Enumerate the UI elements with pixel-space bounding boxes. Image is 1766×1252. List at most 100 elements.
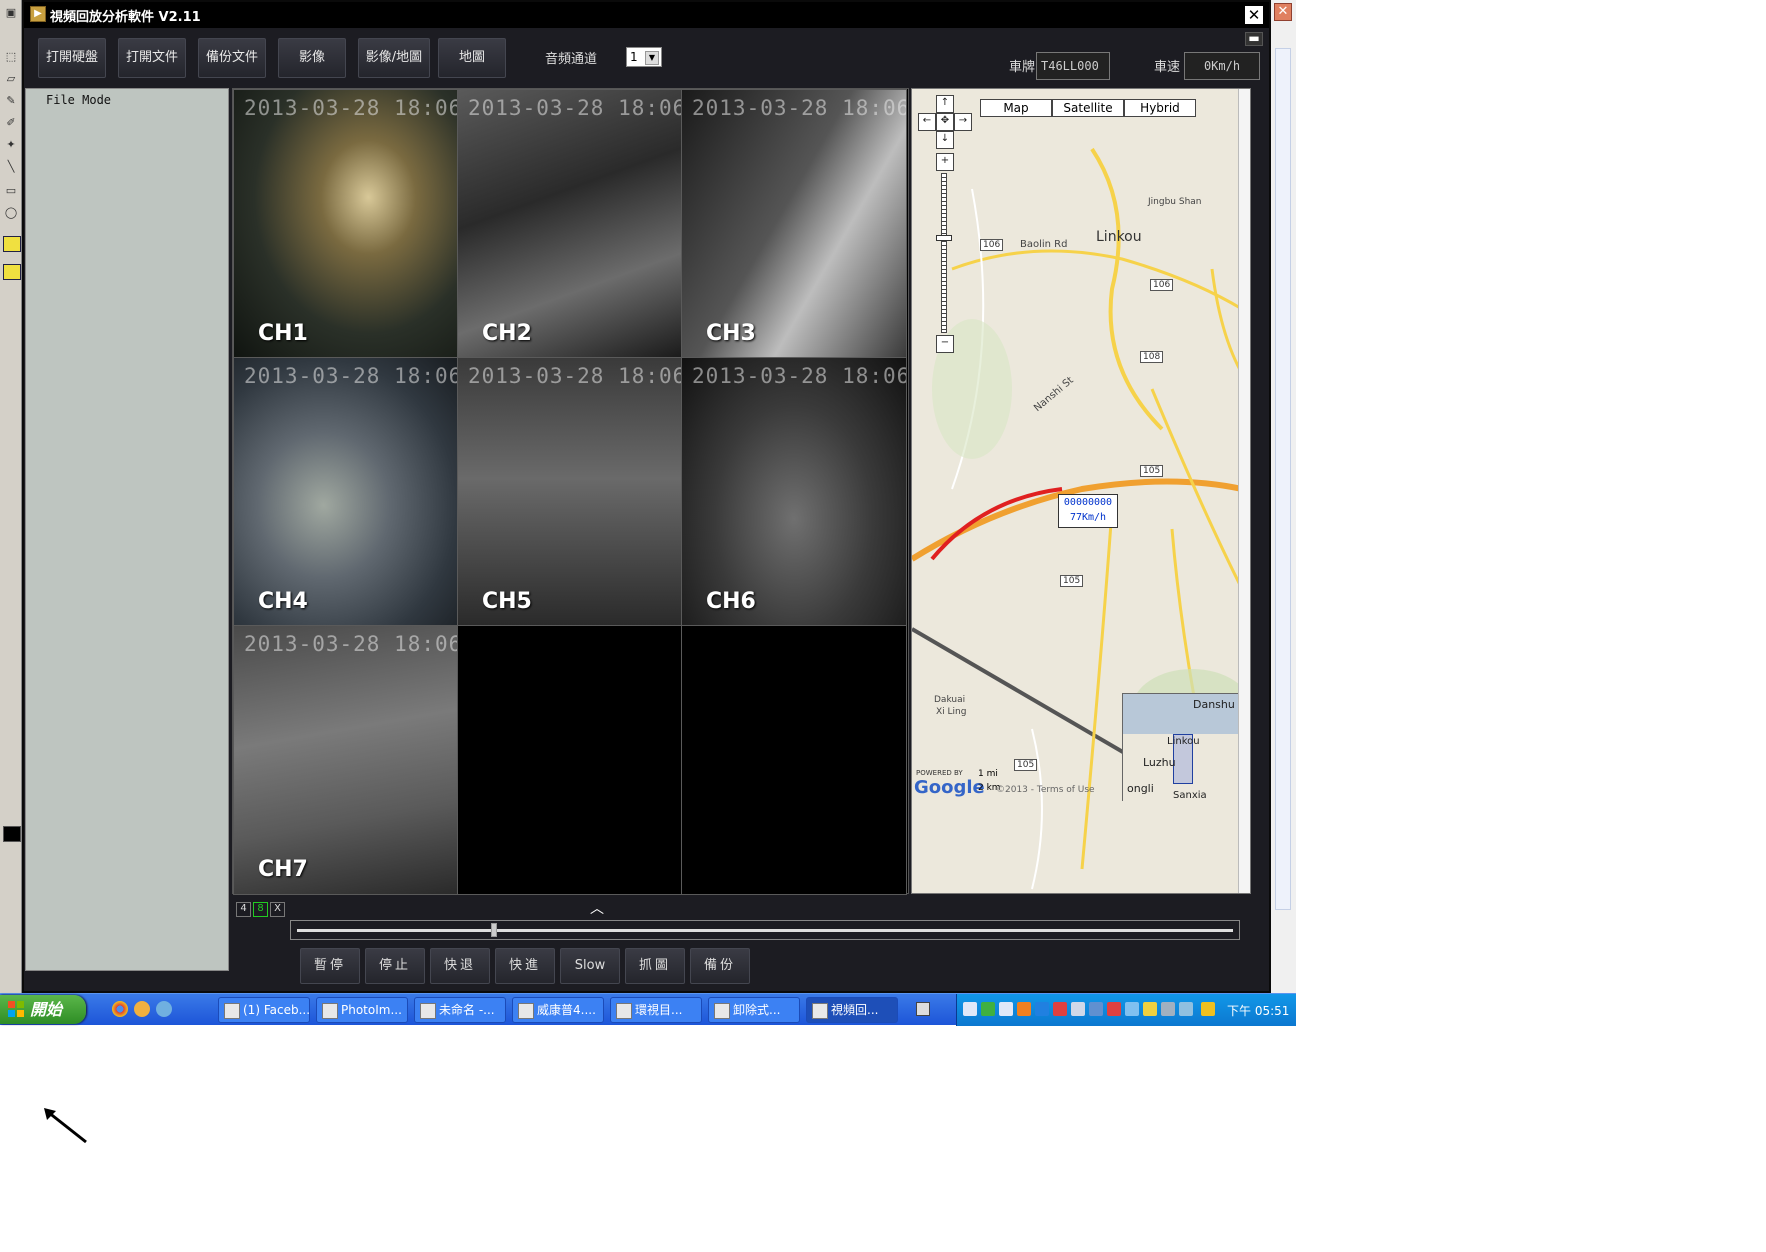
channel-label: CH7 — [258, 857, 308, 882]
pan-up-icon[interactable]: ↑ — [936, 95, 954, 113]
slow-button[interactable]: Slow — [560, 948, 620, 984]
open-file-button[interactable]: 打開文件 — [118, 38, 186, 78]
task-document[interactable]: 威康普4.... — [512, 997, 604, 1023]
backup-button[interactable]: 備份 — [690, 948, 750, 984]
volume-icon[interactable] — [1107, 1002, 1121, 1016]
color-swatch-icon[interactable] — [3, 826, 21, 842]
minimize-button[interactable]: ▬ — [1245, 32, 1263, 46]
spray-tool-icon[interactable]: ✦ — [3, 138, 19, 152]
video-cell-ch4[interactable]: 2013-03-28 18:06:40 CH4 — [233, 357, 459, 627]
pan-center-icon[interactable]: ✥ — [936, 113, 954, 131]
pencil-tool-icon[interactable]: ✎ — [3, 94, 19, 108]
tray-icon[interactable] — [1143, 1002, 1157, 1016]
overview-map[interactable]: Danshu Linkou Luzhu ongli Sanxia — [1122, 693, 1243, 802]
map-scrollbar[interactable] — [1238, 89, 1250, 893]
video-cell-ch7[interactable]: 2013-03-28 18:06:34 CH7 — [233, 625, 459, 895]
tray-icon[interactable] — [981, 1002, 995, 1016]
layout-8-indicator[interactable]: 8 — [253, 902, 268, 917]
rewind-button[interactable]: 快退 — [430, 948, 490, 984]
map-label-baolin: Baolin Rd — [1020, 239, 1068, 250]
tray-icon[interactable] — [1179, 1002, 1193, 1016]
zoom-slider[interactable] — [941, 173, 947, 333]
open-disk-button[interactable]: 打開硬盤 — [38, 38, 106, 78]
map-copyright[interactable]: ©2013 - Terms of Use — [996, 785, 1095, 795]
powered-by-label: POWERED BY — [916, 769, 963, 777]
map-panel[interactable]: Map Satellite Hybrid ↑ ← ✥ → ↓ + − Linko… — [911, 88, 1251, 894]
zoom-out-icon[interactable]: − — [936, 335, 954, 353]
network-tray-icon[interactable] — [1125, 1002, 1139, 1016]
task-paint[interactable]: 未命名 -... — [414, 997, 506, 1023]
task-photoimpact[interactable]: PhotoIm... — [316, 997, 408, 1023]
video-cell-ch1[interactable]: 2013-03-28 18:06:40 CH1 — [233, 89, 459, 359]
tray-icon[interactable] — [1161, 1002, 1175, 1016]
backup-file-button[interactable]: 備份文件 — [198, 38, 266, 78]
start-button[interactable]: 開始 — [0, 995, 86, 1024]
channel-label: CH1 — [258, 321, 308, 346]
file-sidebar[interactable]: File Mode — [25, 88, 229, 971]
video-view-button[interactable]: 影像 — [278, 38, 346, 78]
mail-icon[interactable] — [134, 1001, 150, 1017]
map-type-satellite-button[interactable]: Satellite — [1052, 99, 1124, 117]
tray-icon[interactable] — [1017, 1002, 1031, 1016]
tray-icon[interactable] — [999, 1002, 1013, 1016]
video-cell-empty[interactable] — [681, 625, 907, 895]
line-tool-icon[interactable]: ╲ — [3, 160, 19, 174]
video-cell-ch6[interactable]: 2013-03-28 18:06:39 CH6 — [681, 357, 907, 627]
pause-button[interactable]: 暫停 — [300, 948, 360, 984]
map-view-button[interactable]: 地圖 — [438, 38, 506, 78]
app-icon: ▶ — [30, 6, 46, 22]
pan-down-icon[interactable]: ↓ — [936, 131, 954, 149]
layout-x-indicator[interactable]: X — [270, 902, 285, 917]
layout-4-indicator[interactable]: 4 — [236, 902, 251, 917]
video-cell-ch2[interactable]: 2013-03-28 18:06:46 CH2 — [457, 89, 683, 359]
brush-tool-icon[interactable]: ✐ — [3, 116, 19, 130]
fill-option-icon[interactable] — [3, 236, 21, 252]
video-cell-ch3[interactable]: 2013-03-28 18:06:53 CH3 — [681, 89, 907, 359]
route-shield: 108 — [1140, 351, 1164, 363]
tray-icon[interactable] — [1089, 1002, 1103, 1016]
audio-channel-select[interactable]: 1 ▼ — [626, 47, 662, 67]
playback-timeline[interactable] — [290, 920, 1240, 940]
task-removable[interactable]: 卸除式... — [708, 997, 800, 1023]
video-map-view-button[interactable]: 影像/地圖 — [358, 38, 430, 78]
zoom-slider-thumb[interactable] — [936, 235, 952, 241]
zoom-in-icon[interactable]: + — [936, 153, 954, 171]
fast-forward-button[interactable]: 快進 — [495, 948, 555, 984]
network-icon[interactable] — [156, 1001, 172, 1017]
chevron-down-icon[interactable]: ▼ — [645, 51, 659, 65]
video-cell-ch5[interactable]: 2013-03-28 18:06:35 CH5 — [457, 357, 683, 627]
paint-close-icon[interactable]: ✕ — [1274, 3, 1292, 21]
title-bar[interactable]: ▶ 視頻回放分析軟件 V2.11 ✕ — [24, 2, 1269, 28]
google-logo: Google — [914, 777, 985, 798]
task-video-playback[interactable]: 視頻回... — [806, 997, 898, 1023]
paint-scrollbar[interactable] — [1275, 48, 1291, 910]
tray-icon[interactable] — [963, 1002, 977, 1016]
shield-icon[interactable] — [1201, 1002, 1215, 1016]
tray-icon[interactable] — [1035, 1002, 1049, 1016]
rectangle-tool-icon[interactable]: ▭ — [3, 184, 19, 198]
task-label: 威康普4.... — [537, 1003, 596, 1017]
tray-icon[interactable] — [1071, 1002, 1085, 1016]
eraser-tool-icon[interactable]: ▱ — [3, 72, 19, 86]
keyboard-icon[interactable] — [916, 1002, 930, 1016]
timeline-thumb[interactable] — [490, 923, 497, 937]
overview-label-sanxia: Sanxia — [1173, 790, 1207, 801]
tray-icon[interactable] — [1053, 1002, 1067, 1016]
window-title: 視頻回放分析軟件 V2.11 — [50, 10, 201, 25]
select-tool-icon[interactable]: ⬚ — [3, 50, 19, 64]
snapshot-button[interactable]: 抓圖 — [625, 948, 685, 984]
stop-button[interactable]: 停止 — [365, 948, 425, 984]
pan-right-icon[interactable]: → — [954, 113, 972, 131]
map-type-hybrid-button[interactable]: Hybrid — [1124, 99, 1196, 117]
pan-left-icon[interactable]: ← — [918, 113, 936, 131]
fill-option-icon[interactable] — [3, 264, 21, 280]
task-surround-view[interactable]: 環視目... — [610, 997, 702, 1023]
close-button[interactable]: ✕ — [1245, 6, 1263, 24]
video-cell-empty[interactable] — [457, 625, 683, 895]
chevron-up-icon[interactable]: ︿ — [590, 898, 604, 918]
chrome-icon[interactable] — [112, 1001, 128, 1017]
vehicle-marker-tooltip[interactable]: 00000000 77Km/h — [1058, 494, 1118, 528]
ellipse-tool-icon[interactable]: ◯ — [3, 206, 19, 220]
task-facebook[interactable]: (1) Faceb... — [218, 997, 310, 1023]
map-type-map-button[interactable]: Map — [980, 99, 1052, 117]
